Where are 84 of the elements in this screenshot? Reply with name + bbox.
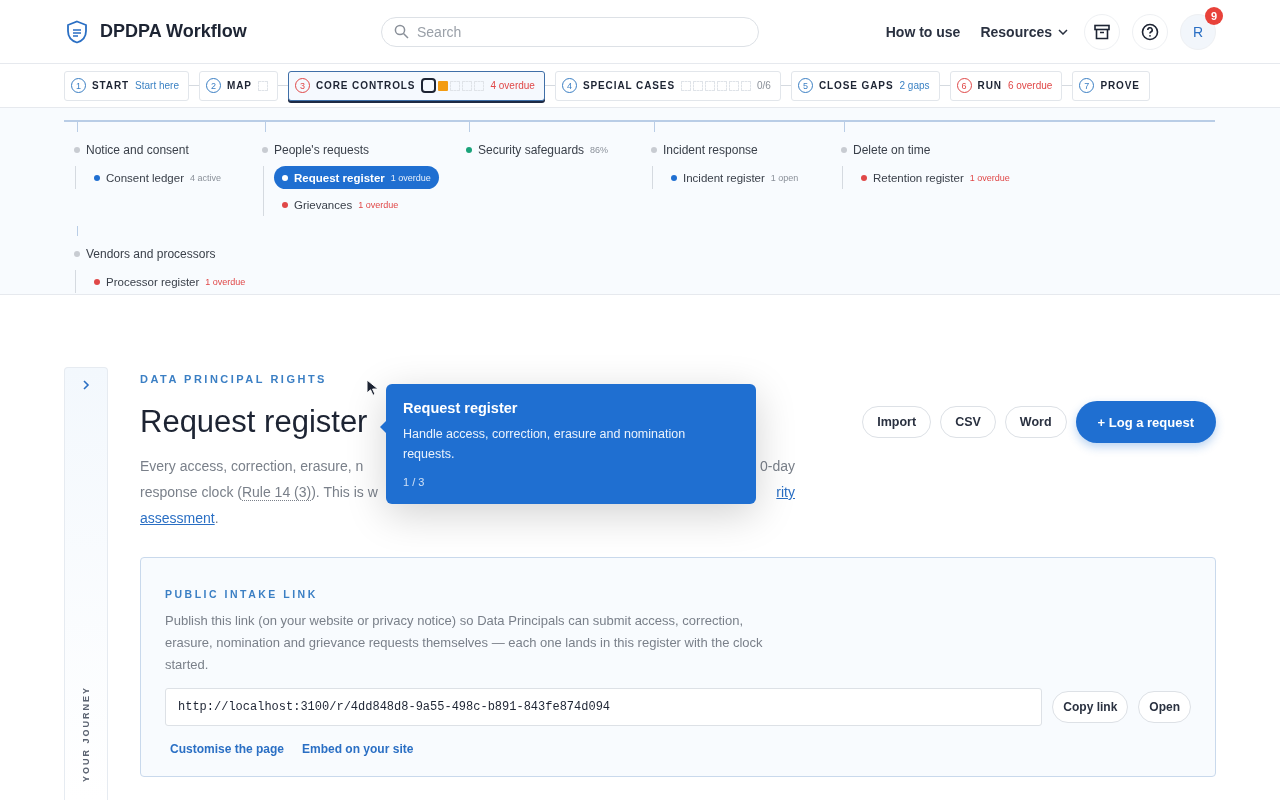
archive-box-icon bbox=[1093, 22, 1111, 41]
step-status: Start here bbox=[135, 80, 179, 91]
card-link[interactable]: Customise the page bbox=[170, 742, 285, 756]
action-button[interactable]: Import bbox=[862, 406, 932, 438]
step-tab[interactable]: 1 START Start here bbox=[64, 70, 189, 101]
step-label: CORE CONTROLS bbox=[315, 80, 416, 91]
nav-item-label: Grievances bbox=[294, 198, 353, 211]
tooltip-title: Request register bbox=[403, 400, 519, 416]
help-icon bbox=[1141, 22, 1159, 41]
text-link[interactable]: rity bbox=[776, 484, 795, 500]
cursor-icon bbox=[366, 379, 380, 397]
nav-item[interactable]: Retention register 1 overdue bbox=[853, 166, 1018, 189]
description-text: ). This is w bbox=[311, 484, 378, 500]
text-link[interactable]: assessment bbox=[140, 510, 215, 526]
step-tab[interactable]: 7 PROVE bbox=[1072, 70, 1150, 101]
action-button[interactable]: CSV bbox=[940, 406, 996, 438]
nav-item[interactable]: Incident register 1 open bbox=[663, 166, 807, 189]
status-count: 1 overdue bbox=[390, 172, 431, 183]
shield-logo-icon bbox=[66, 19, 88, 44]
expand-button[interactable] bbox=[82, 380, 90, 390]
group-label: Incident response bbox=[663, 143, 758, 157]
nav-item-label: Request register bbox=[294, 171, 385, 184]
step-label: START bbox=[92, 80, 130, 91]
step-tab[interactable]: 4 SPECIAL CASES 0/6 bbox=[554, 70, 781, 101]
app-title: DPDPA Workflow bbox=[100, 21, 247, 42]
description-text: 0-day bbox=[759, 458, 795, 474]
description-text: . bbox=[214, 510, 219, 526]
nav-item-label: Incident register bbox=[683, 171, 765, 184]
step-label: SPECIAL CASES bbox=[582, 80, 675, 91]
status-count: 1 overdue bbox=[969, 172, 1010, 183]
step-tab[interactable]: 2 MAP bbox=[199, 70, 278, 101]
description-text: Every access, correction, erasure, n bbox=[140, 458, 364, 474]
group-label: People's requests bbox=[274, 143, 369, 157]
status-count: 1 overdue bbox=[358, 199, 399, 210]
nav-item[interactable]: Request register 1 overdue bbox=[274, 166, 439, 189]
page-title: Request register bbox=[140, 404, 368, 440]
action-button[interactable]: Word bbox=[1004, 406, 1067, 438]
nav-item-label: Processor register bbox=[106, 275, 200, 288]
log-request-button[interactable]: + Log a request bbox=[1075, 401, 1216, 443]
card-link[interactable]: Embed on your site bbox=[302, 742, 414, 756]
nav-link[interactable]: How to use bbox=[881, 23, 965, 40]
section-eyebrow: DATA PRINCIPAL RIGHTS bbox=[140, 373, 328, 385]
card-text: Publish this link (on your website or privacy notice) so Data Principals can submit access, correction, erasure, nomination and grievance requests themselves — each one lands in this register with the clock started. bbox=[165, 612, 764, 674]
card-heading: PUBLIC INTAKE LINK bbox=[165, 588, 319, 600]
step-label: PROVE bbox=[1100, 80, 1140, 91]
step-status: 0/6 bbox=[757, 80, 771, 91]
group-label: Delete on time bbox=[853, 143, 931, 157]
description-text: response clock ( bbox=[140, 484, 242, 500]
step-tab[interactable]: 5 CLOSE GAPS 2 gaps bbox=[790, 70, 940, 101]
url-field[interactable]: http://localhost:3100/r/4dd848d8-9a55-498c-b891-843fe874d094 bbox=[165, 688, 1043, 726]
tooltip-counter: 1 / 3 bbox=[403, 476, 426, 488]
step-label: CLOSE GAPS bbox=[818, 80, 894, 91]
chevron-down-icon bbox=[1058, 28, 1068, 35]
step-status: 6 overdue bbox=[1007, 80, 1053, 91]
step-status: 4 overdue bbox=[490, 80, 535, 91]
step-tab[interactable]: 6 RUN 6 overdue bbox=[949, 70, 1063, 101]
sidebar-label: YOUR JOURNEY bbox=[81, 686, 91, 782]
status-count: 4 active bbox=[190, 172, 222, 183]
step-status: 2 gaps bbox=[899, 80, 930, 91]
card-button[interactable]: Open bbox=[1138, 691, 1191, 723]
step-label: RUN bbox=[977, 80, 1002, 91]
notification-badge: 9 bbox=[1205, 6, 1223, 25]
nav-item[interactable]: Consent ledger 4 active bbox=[86, 166, 230, 189]
nav-item-label: Retention register bbox=[873, 171, 964, 184]
nav-item[interactable]: Processor register 1 overdue bbox=[86, 270, 254, 293]
nav-item-label: Consent ledger bbox=[106, 171, 184, 184]
tooltip-text: Handle access, correction, erasure and nomination requests. bbox=[403, 426, 687, 463]
search-icon bbox=[394, 24, 409, 39]
menu-button[interactable]: Resources bbox=[976, 23, 1072, 40]
chevron-right-icon bbox=[82, 380, 90, 390]
step-tab[interactable]: 3 CORE CONTROLS 4 overdue bbox=[287, 70, 545, 101]
group-label: Security safeguards bbox=[478, 143, 585, 157]
group-label: Notice and consent bbox=[86, 143, 189, 157]
status-count: 1 overdue bbox=[205, 276, 246, 287]
group-label: Vendors and processors bbox=[86, 247, 216, 261]
help-button[interactable] bbox=[1132, 13, 1168, 50]
archive-button[interactable] bbox=[1084, 13, 1120, 50]
search-input[interactable]: Search bbox=[417, 23, 746, 40]
card-button[interactable]: Copy link bbox=[1052, 691, 1129, 723]
nav-item[interactable]: Grievances 1 overdue bbox=[274, 193, 407, 216]
status-count: 1 open bbox=[770, 172, 799, 183]
rule-reference[interactable]: Rule 14 (3) bbox=[241, 484, 312, 501]
step-label: MAP bbox=[227, 80, 252, 91]
progress-percent: 86% bbox=[590, 145, 609, 155]
